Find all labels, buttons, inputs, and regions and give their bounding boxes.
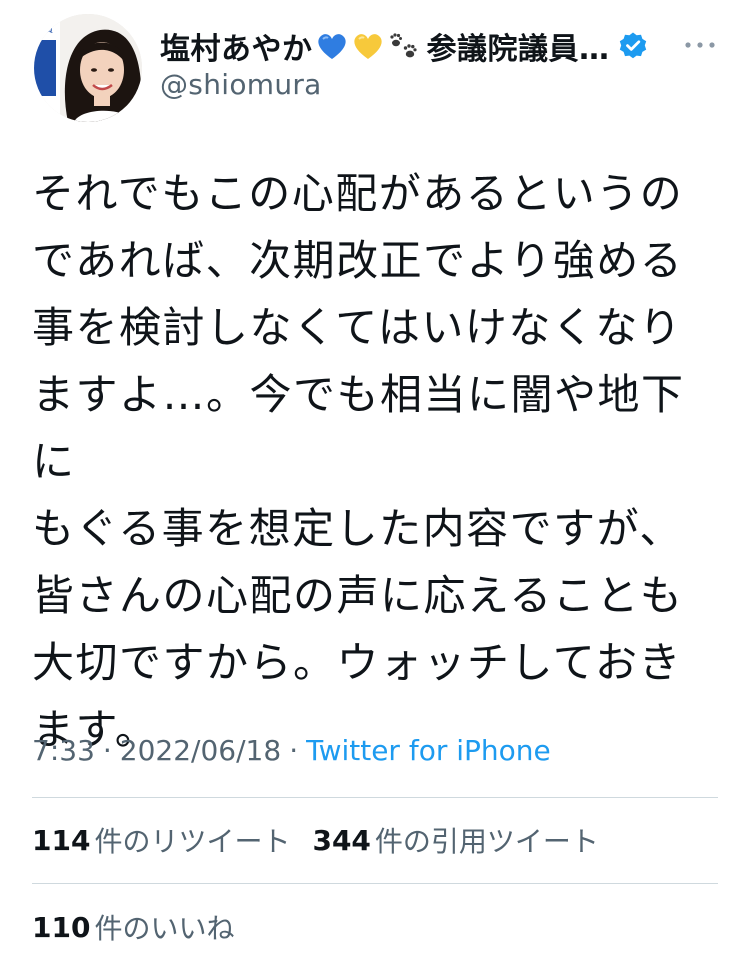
divider <box>32 883 718 884</box>
meta-separator: · <box>102 733 112 767</box>
yellow-heart-icon <box>351 29 385 63</box>
blue-heart-icon <box>315 29 349 63</box>
tweet-date[interactable]: 2022/06/18 <box>120 734 281 767</box>
tweet-header: 議員 塩村あやか 参議院議員… @shiomura <box>0 0 750 130</box>
engagement-stats-row: 114 件のリツイート 344 件の引用ツイート <box>32 817 621 863</box>
avatar[interactable]: 議員 <box>34 14 142 122</box>
name-row: 塩村あやか 参議院議員… <box>160 22 648 70</box>
more-options-icon[interactable] <box>678 30 722 60</box>
divider <box>32 797 718 798</box>
quotes-label[interactable]: 件の引用ツイート <box>375 820 599 860</box>
quotes-count[interactable]: 344 <box>312 824 370 857</box>
likes-count[interactable]: 110 <box>32 911 90 944</box>
tweet-text: それでもこの心配があるというの であれば、次期改正でより強める 事を検討しなくて… <box>32 169 685 754</box>
paw-prints-icon <box>387 29 421 63</box>
tweet-meta: 7:33 · 2022/06/18 · Twitter for iPhone <box>32 730 551 770</box>
avatar-poster-text: 議員 <box>37 24 53 34</box>
tweet-time[interactable]: 7:33 <box>32 734 95 767</box>
display-name[interactable]: 塩村あやか <box>160 24 313 68</box>
tweet-source-link[interactable]: Twitter for iPhone <box>306 734 551 767</box>
retweets-label[interactable]: 件のリツイート <box>94 820 290 860</box>
likes-label[interactable]: 件のいいね <box>94 907 234 947</box>
user-handle[interactable]: @shiomura <box>160 68 322 101</box>
likes-stats-row: 110 件のいいね <box>32 904 256 950</box>
meta-separator: · <box>289 733 299 767</box>
retweets-count[interactable]: 114 <box>32 824 90 857</box>
verified-badge-icon <box>618 31 648 61</box>
display-name-suffix[interactable]: 参議院議員… <box>427 24 610 68</box>
